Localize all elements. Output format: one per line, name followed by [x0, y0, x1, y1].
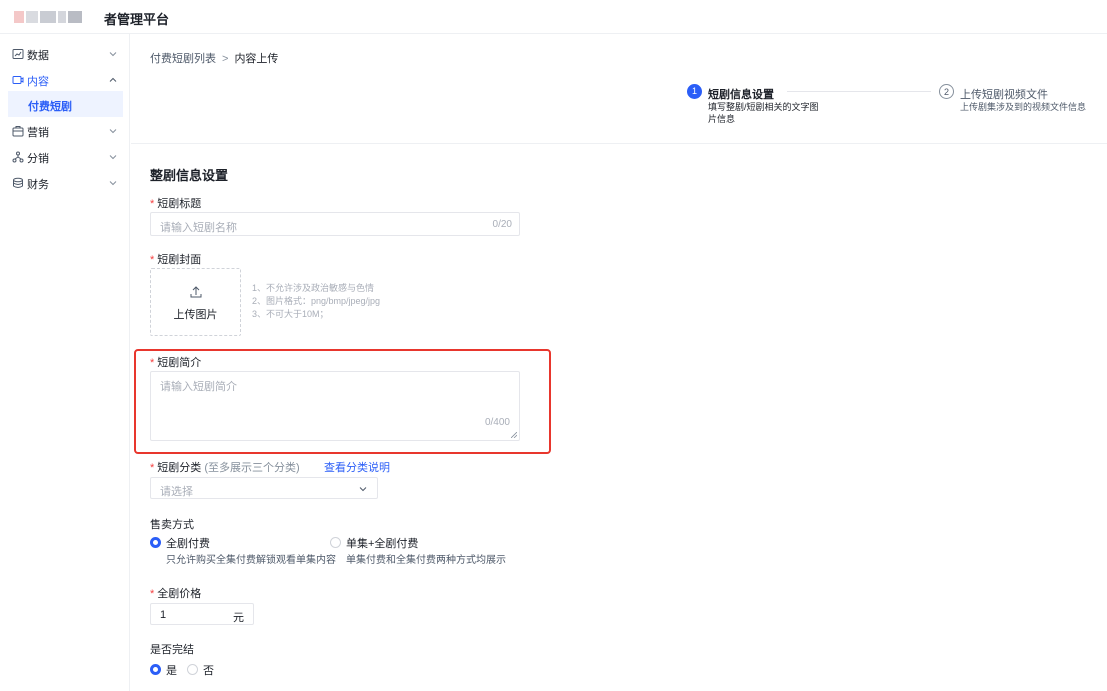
sidebar-item-label: 营销: [27, 127, 49, 139]
sidebar-subitem-label: 付费短剧: [28, 101, 72, 113]
required-mark: *: [150, 254, 155, 266]
radio-full-pay[interactable]: [150, 537, 161, 548]
char-count: 0/20: [492, 219, 512, 230]
cover-label: * 短剧封面: [150, 251, 201, 267]
step-title: 上传短剧视频文件: [960, 89, 1048, 101]
top-header: 者管理平台: [0, 0, 1107, 34]
radio-episode-pay[interactable]: [330, 537, 341, 548]
radio-label[interactable]: 全剧付费: [166, 535, 210, 551]
radio-label[interactable]: 是: [166, 662, 177, 678]
sidebar-item-marketing[interactable]: 营销: [0, 118, 130, 144]
sidebar-item-label: 财务: [27, 179, 49, 191]
upload-hint: 2、图片格式：png/bmp/jpeg/jpg: [252, 296, 381, 306]
upload-hint: 3、不可大于10M；: [252, 309, 329, 319]
app-title: 者管理平台: [104, 12, 170, 27]
sale-mode-label: 售卖方式: [150, 519, 194, 531]
chevron-up-icon: [109, 77, 117, 82]
chevron-down-icon: [109, 52, 117, 57]
sidebar-item-finance[interactable]: 财务: [0, 170, 130, 196]
step-number: 1: [687, 84, 702, 99]
logo-block: [58, 11, 66, 23]
chevron-down-icon: [109, 155, 117, 160]
main-content: 付费短剧列表 > 内容上传 1 短剧信息设置 填写整剧/短剧相关的文字图片信息 2 …: [131, 34, 1107, 691]
category-label: * 短剧分类 (至多展示三个分类): [150, 459, 300, 475]
distribution-icon: [12, 151, 24, 163]
finished-label: 是否完结: [150, 644, 194, 656]
radio-desc: 只允许购买全集付费解锁观看单集内容: [166, 555, 336, 566]
logo-block: [14, 11, 24, 23]
resize-handle-icon[interactable]: [511, 432, 517, 438]
sidebar: 数据 内容 付费短剧 营销 分销 财务: [0, 34, 130, 691]
sidebar-item-label: 分销: [27, 153, 49, 165]
breadcrumb-parent[interactable]: 付费短剧列表: [150, 53, 216, 65]
finance-icon: [13, 177, 23, 188]
upload-icon: [190, 286, 202, 298]
category-help-link[interactable]: 查看分类说明: [324, 459, 390, 475]
step-connector: [787, 91, 931, 92]
required-mark: *: [150, 198, 155, 210]
category-select[interactable]: 请选择: [150, 477, 378, 499]
label-text: 短剧简介: [157, 357, 202, 369]
intro-textarea[interactable]: 请输入短剧简介 0/400: [150, 371, 520, 441]
upload-hint: 1、不允许涉及政治敏感与色情: [252, 283, 375, 293]
upload-hints: 1、不允许涉及政治敏感与色情 2、图片格式：png/bmp/jpeg/jpg 3…: [252, 282, 380, 321]
intro-label: * 短剧简介: [150, 354, 201, 370]
divider: [131, 143, 1107, 144]
price-label: * 全剧价格: [150, 585, 201, 601]
chevron-down-icon: [109, 129, 117, 134]
chevron-down-icon: [109, 181, 117, 186]
sidebar-item-data[interactable]: 数据: [0, 41, 130, 67]
placeholder: 请输入短剧名称: [160, 222, 237, 234]
radio-finished-yes[interactable]: [150, 664, 161, 675]
sidebar-item-label: 内容: [27, 76, 49, 88]
breadcrumb: 付费短剧列表 > 内容上传: [150, 50, 278, 66]
radio-label[interactable]: 否: [203, 662, 214, 678]
category-hint: (至多展示三个分类): [204, 462, 300, 474]
radio-finished-no[interactable]: [187, 664, 198, 675]
breadcrumb-current: 内容上传: [234, 53, 279, 65]
price-input[interactable]: 1 元: [150, 603, 254, 625]
logo-block: [26, 11, 38, 23]
logo-block: [40, 11, 56, 23]
content-icon: [12, 76, 24, 84]
logo-block: [68, 11, 82, 23]
required-mark: *: [150, 588, 155, 600]
step-number: 2: [939, 84, 954, 99]
required-mark: *: [150, 357, 155, 369]
breadcrumb-separator: >: [222, 53, 229, 65]
title-label: * 短剧标题: [150, 195, 201, 211]
chevron-down-icon: [359, 487, 367, 492]
title-input[interactable]: 请输入短剧名称 0/20: [150, 212, 520, 236]
label-text: 短剧标题: [157, 198, 202, 210]
label-text: 短剧分类: [157, 462, 202, 474]
step-desc: 上传剧集涉及到的视频文件信息: [960, 102, 1087, 112]
radio-desc: 单集付费和全集付费两种方式均展示: [346, 555, 506, 566]
section-title: 整剧信息设置: [150, 168, 229, 183]
sidebar-subitem-paid-drama[interactable]: 付费短剧: [8, 91, 123, 117]
step-title: 短剧信息设置: [708, 89, 774, 101]
upload-label: 上传图片: [173, 309, 218, 321]
step-desc: 填写整剧/短剧相关的文字图片信息: [708, 102, 819, 124]
cover-upload-button[interactable]: 上传图片: [150, 268, 241, 336]
dashboard-icon: [12, 49, 24, 59]
placeholder: 请选择: [160, 486, 193, 498]
label-text: 全剧价格: [157, 588, 202, 600]
required-mark: *: [150, 462, 155, 474]
sidebar-item-content[interactable]: 内容: [0, 67, 130, 93]
sidebar-item-distribution[interactable]: 分销: [0, 144, 130, 170]
label-text: 短剧封面: [157, 254, 202, 266]
placeholder: 请输入短剧简介: [160, 381, 237, 393]
logo: [14, 11, 82, 23]
sidebar-item-label: 数据: [27, 50, 49, 62]
marketing-icon: [12, 126, 24, 137]
radio-label[interactable]: 单集+全剧付费: [346, 535, 418, 551]
char-count: 0/400: [484, 417, 510, 428]
price-unit: 元: [233, 612, 244, 624]
price-value: 1: [160, 609, 167, 621]
